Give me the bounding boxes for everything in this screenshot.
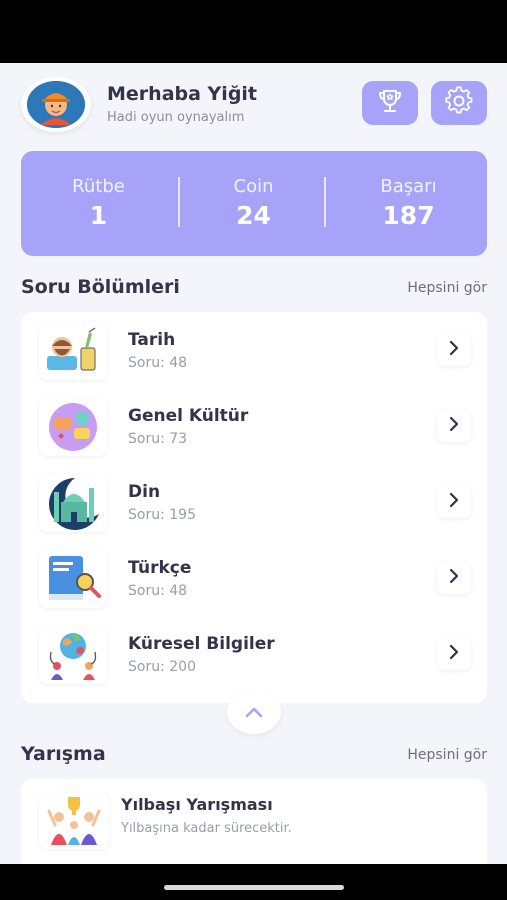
celebrating-people-icon [39,793,109,849]
list-item[interactable]: Yılbaşı Yarışması Yılbaşına kadar sürece… [21,779,487,864]
greeting-text: Merhaba Yiğit [107,83,258,105]
category-name: Din [128,482,161,502]
stat-rank: Rütbe 1 [21,151,176,256]
collapse-list-button[interactable] [227,690,281,734]
competition-see-all-link[interactable]: Hepsini gör [407,747,487,763]
stat-label: Başarı [380,176,437,197]
gear-icon [444,86,474,120]
stat-value: 1 [89,201,108,230]
category-name: Genel Kültür [128,406,249,426]
stat-value: 187 [382,201,435,230]
open-category-button[interactable] [437,562,471,594]
categories-title: Soru Bölümleri [21,276,180,298]
competition-title: Yarışma [21,743,106,765]
category-count: Soru: 200 [128,659,196,675]
category-count: Soru: 73 [128,431,188,447]
list-item[interactable]: Genel Kültür Soru: 73 [21,388,487,464]
globe-people-icon [39,626,107,684]
categories-list: Tarih Soru: 48 Genel Kültür Soru: 73 Din… [21,312,487,703]
category-count: Soru: 48 [128,355,188,371]
stat-label: Rütbe [72,176,125,197]
avatar[interactable] [21,77,91,132]
chevron-right-icon [448,644,460,664]
open-category-button[interactable] [437,334,471,366]
open-category-button[interactable] [437,486,471,518]
category-name: Tarih [128,330,176,350]
app-screen: Merhaba Yiğit Hadi oyun oynayalım Rütbe … [0,63,507,864]
list-item[interactable]: Küresel Bilgiler Soru: 200 [21,616,487,692]
list-item[interactable]: Türkçe Soru: 48 [21,540,487,616]
chevron-right-icon [448,340,460,360]
stat-divider [324,177,326,227]
greeting-subtitle: Hadi oyun oynayalım [107,110,245,125]
mosque-icon [39,474,107,532]
chat-bubbles-icon [39,398,107,456]
category-name: Küresel Bilgiler [128,634,275,654]
chevron-right-icon [448,568,460,588]
home-indicator[interactable] [164,885,344,890]
stat-label: Coin [233,176,274,197]
list-item[interactable]: Tarih Soru: 48 [21,312,487,388]
stat-success: Başarı 187 [331,151,486,256]
avatar-icon [27,81,85,128]
category-name: Türkçe [128,558,192,578]
categories-see-all-link[interactable]: Hepsini gör [407,280,487,296]
history-icon [39,322,107,380]
chevron-up-icon [244,703,264,722]
competition-name: Yılbaşı Yarışması [121,795,273,814]
open-category-button[interactable] [437,410,471,442]
chevron-right-icon [448,492,460,512]
competition-list: Yılbaşı Yarışması Yılbaşına kadar sürece… [21,779,487,864]
chevron-right-icon [448,416,460,436]
settings-button[interactable] [431,81,487,125]
category-count: Soru: 48 [128,583,188,599]
leaderboard-button[interactable] [362,81,418,125]
stat-coin: Coin 24 [176,151,331,256]
stat-value: 24 [236,201,271,230]
trophy-icon [375,86,405,120]
open-category-button[interactable] [437,638,471,670]
competition-description: Yılbaşına kadar sürecektir. [121,821,292,836]
book-search-icon [39,550,107,608]
category-count: Soru: 195 [128,507,196,523]
header: Merhaba Yiğit Hadi oyun oynayalım [21,77,487,132]
list-item[interactable]: Din Soru: 195 [21,464,487,540]
stats-panel: Rütbe 1 Coin 24 Başarı 187 [21,151,487,256]
